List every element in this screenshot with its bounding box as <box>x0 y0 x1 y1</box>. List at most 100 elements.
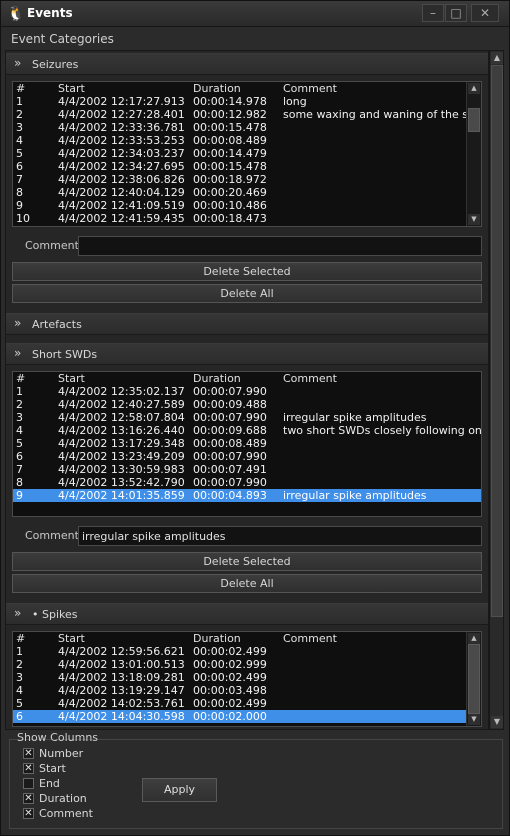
minimize-button[interactable]: – <box>422 4 444 22</box>
row-duration: 00:00:07.990 <box>193 476 267 489</box>
seizures-table[interactable]: # Start Duration Comment 1 4/4/2002 12:17… <box>12 81 482 227</box>
title-bar[interactable]: 🐧 Events – □ ✕ <box>1 1 509 27</box>
scroll-down-icon[interactable]: ▼ <box>468 714 480 725</box>
table-row[interactable]: 4 4/4/2002 12:33:53.253 00:00:08.489 <box>13 134 481 147</box>
minimize-icon: – <box>430 6 436 20</box>
row-number: 2 <box>16 658 23 671</box>
checkbox[interactable]: ✕ <box>23 763 34 774</box>
checkbox-label: Number <box>39 747 84 760</box>
double-chevron-down-icon: » <box>14 56 22 70</box>
table-row[interactable]: 6 4/4/2002 12:34:27.695 00:00:15.478 <box>13 160 481 173</box>
row-duration: 00:00:03.498 <box>193 684 267 697</box>
maximize-button[interactable]: □ <box>445 4 467 22</box>
row-start: 4/4/2002 12:34:03.237 <box>58 147 185 160</box>
table-row[interactable]: 3 4/4/2002 12:33:36.781 00:00:15.478 <box>13 121 481 134</box>
table-row[interactable]: 3 4/4/2002 12:58:07.804 00:00:07.990 irregu… <box>13 411 481 424</box>
row-number: 6 <box>16 160 23 173</box>
row-number: 9 <box>16 489 23 502</box>
seizures-comment-row: Comment <box>12 236 482 256</box>
row-number: 8 <box>16 476 23 489</box>
spikes-table[interactable]: # Start Duration Comment 1 4/4/2002 12:59… <box>12 631 482 727</box>
table-row[interactable]: 6 4/4/2002 13:23:49.209 00:00:07.990 <box>13 450 481 463</box>
seizures-delete-all-button[interactable]: Delete All <box>12 284 482 303</box>
table-row[interactable]: 10 4/4/2002 12:41:59.435 00:00:18.473 <box>13 212 481 225</box>
short-swds-comment-input[interactable] <box>78 526 482 546</box>
table-row[interactable]: 6 4/4/2002 14:04:30.598 00:00:02.000 <box>13 710 481 723</box>
column-header-duration[interactable]: Duration <box>193 632 241 645</box>
scroll-thumb[interactable] <box>491 65 503 617</box>
short-swds-delete-all-button[interactable]: Delete All <box>12 574 482 593</box>
table-row[interactable]: 8 4/4/2002 13:52:42.790 00:00:07.990 <box>13 476 481 489</box>
categories-panel: » Seizures # Start Duration Comment 1 4/4… <box>5 50 489 730</box>
table-header: # Start Duration Comment <box>13 82 481 95</box>
column-header-number[interactable]: # <box>16 372 25 385</box>
scroll-up-icon[interactable]: ▲ <box>468 633 480 644</box>
table-scrollbar[interactable]: ▲ ▼ <box>466 632 481 726</box>
table-row[interactable]: 4 4/4/2002 13:16:26.440 00:00:09.688 two sh… <box>13 424 481 437</box>
scroll-up-icon[interactable]: ▲ <box>491 52 503 64</box>
column-header-comment[interactable]: Comment <box>283 82 481 95</box>
row-start: 4/4/2002 14:02:53.761 <box>58 697 185 710</box>
table-row[interactable]: 5 4/4/2002 12:34:03.237 00:00:14.479 <box>13 147 481 160</box>
column-header-comment[interactable]: Comment <box>283 632 481 645</box>
section-header-seizures[interactable]: » Seizures <box>6 53 488 75</box>
section-header-spikes[interactable]: » • Spikes <box>6 603 488 625</box>
close-button[interactable]: ✕ <box>471 4 499 22</box>
table-header: # Start Duration Comment <box>13 632 481 645</box>
table-scrollbar[interactable]: ▲ ▼ <box>466 82 481 226</box>
row-duration: 00:00:15.478 <box>193 160 267 173</box>
row-duration: 00:00:08.489 <box>193 134 267 147</box>
row-start: 4/4/2002 12:27:28.401 <box>58 108 185 121</box>
section-header-artefacts[interactable]: » Artefacts <box>6 313 488 335</box>
table-row[interactable]: 9 4/4/2002 14:01:35.859 00:00:04.893 irregu… <box>13 489 481 502</box>
scroll-thumb[interactable] <box>468 644 480 714</box>
column-header-start[interactable]: Start <box>58 82 85 95</box>
table-row[interactable]: 1 4/4/2002 12:59:56.621 00:00:02.499 <box>13 645 481 658</box>
table-row[interactable]: 2 4/4/2002 13:01:00.513 00:00:02.999 <box>13 658 481 671</box>
row-number: 5 <box>16 697 23 710</box>
short-swds-table[interactable]: # Start Duration Comment 1 4/4/2002 12:35… <box>12 371 482 517</box>
checkbox[interactable]: ✕ <box>23 808 34 819</box>
section-title: Short SWDs <box>32 348 98 361</box>
table-row[interactable]: 1 4/4/2002 12:35:02.137 00:00:07.990 <box>13 385 481 398</box>
row-number: 3 <box>16 121 23 134</box>
column-header-start[interactable]: Start <box>58 632 85 645</box>
column-header-duration[interactable]: Duration <box>193 372 241 385</box>
apply-button[interactable]: Apply <box>142 778 217 802</box>
checkbox[interactable] <box>23 778 34 789</box>
table-row[interactable]: 2 4/4/2002 12:40:27.589 00:00:09.488 <box>13 398 481 411</box>
row-start: 4/4/2002 12:40:27.589 <box>58 398 185 411</box>
section-title: • Spikes <box>32 608 78 621</box>
comment-label: Comment <box>25 239 79 252</box>
scroll-thumb[interactable] <box>468 108 480 132</box>
table-row[interactable]: 5 4/4/2002 14:02:53.761 00:00:02.499 <box>13 697 481 710</box>
column-header-number[interactable]: # <box>16 632 25 645</box>
table-row[interactable]: 5 4/4/2002 13:17:29.348 00:00:08.489 <box>13 437 481 450</box>
column-header-number[interactable]: # <box>16 82 25 95</box>
table-row[interactable]: 7 4/4/2002 12:38:06.826 00:00:18.972 <box>13 173 481 186</box>
scroll-down-icon[interactable]: ▼ <box>468 214 480 225</box>
maximize-icon: □ <box>450 6 462 20</box>
table-row[interactable]: 1 4/4/2002 12:17:27.913 00:00:14.978 long <box>13 95 481 108</box>
short-swds-delete-selected-button[interactable]: Delete Selected <box>12 552 482 571</box>
table-row[interactable]: 9 4/4/2002 12:41:09.519 00:00:10.486 <box>13 199 481 212</box>
table-row[interactable]: 3 4/4/2002 13:18:09.281 00:00:02.499 <box>13 671 481 684</box>
scroll-up-icon[interactable]: ▲ <box>468 83 480 94</box>
seizures-comment-input[interactable] <box>78 236 482 256</box>
row-number: 7 <box>16 463 23 476</box>
seizures-delete-selected-button[interactable]: Delete Selected <box>12 262 482 281</box>
column-header-duration[interactable]: Duration <box>193 82 241 95</box>
table-row[interactable]: 4 4/4/2002 13:19:29.147 00:00:03.498 <box>13 684 481 697</box>
column-header-comment[interactable]: Comment <box>283 372 481 385</box>
table-row[interactable]: 2 4/4/2002 12:27:28.401 00:00:12.982 some w… <box>13 108 481 121</box>
table-row[interactable]: 7 4/4/2002 13:30:59.983 00:00:07.491 <box>13 463 481 476</box>
section-header-short-swds[interactable]: » Short SWDs <box>6 343 488 365</box>
panel-scrollbar[interactable]: ▲ ▼ <box>489 50 504 730</box>
column-header-start[interactable]: Start <box>58 372 85 385</box>
table-row[interactable]: 8 4/4/2002 12:40:04.129 00:00:20.469 <box>13 186 481 199</box>
checkbox[interactable]: ✕ <box>23 748 34 759</box>
checkbox[interactable]: ✕ <box>23 793 34 804</box>
scroll-down-icon[interactable]: ▼ <box>491 716 503 728</box>
events-window: 🐧 Events – □ ✕ Event Categories » Seizur… <box>0 0 510 836</box>
row-number: 2 <box>16 108 23 121</box>
